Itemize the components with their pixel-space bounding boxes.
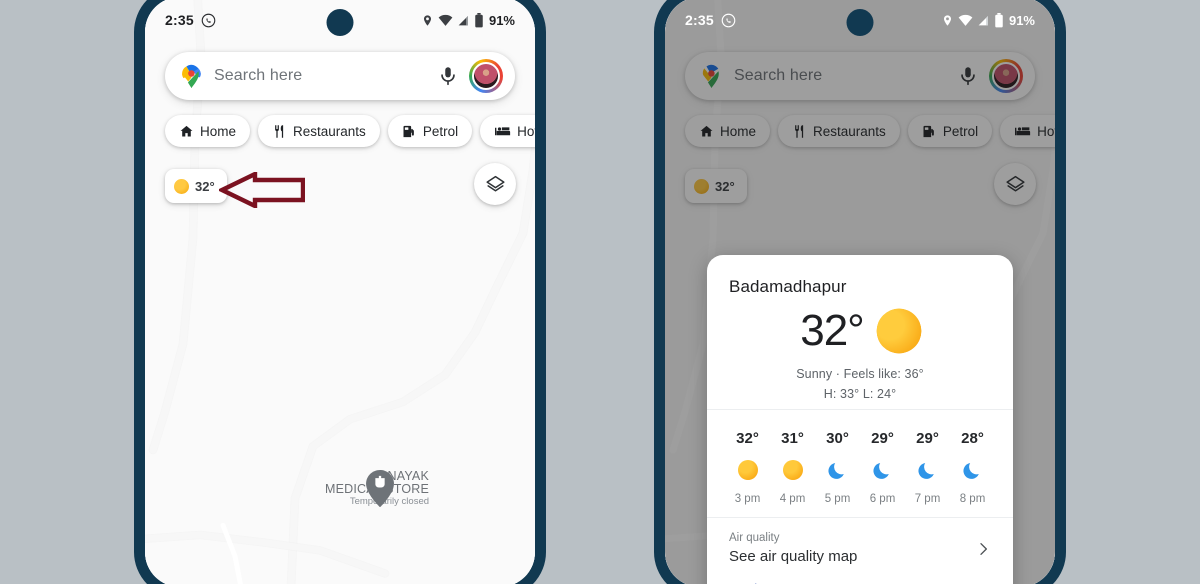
- phone-screen-right: 2:35 91% Search here Home Restaurants Pe…: [665, 0, 1055, 584]
- chip-label: Home: [200, 123, 237, 139]
- whatsapp-icon: [721, 13, 736, 27]
- sun-icon: [782, 459, 804, 481]
- moon-icon: [872, 459, 894, 481]
- hourly-time: 6 pm: [869, 493, 896, 505]
- hotel-bed-icon: [495, 126, 511, 135]
- sun-icon: [174, 178, 189, 194]
- chip-label: Petrol: [422, 123, 459, 139]
- restaurant-cutlery-icon: [275, 124, 284, 138]
- phone-screen-left: NAYAK MEDICAL STORE Temporarily closed 2…: [145, 0, 535, 584]
- battery-percentage: 91%: [488, 12, 515, 28]
- weather-current: 32°: [707, 309, 1013, 353]
- fuel-pump-icon: [403, 125, 414, 137]
- weather-condition: Sunny · Feels like: 36°: [796, 367, 924, 381]
- battery-percentage: 91%: [1008, 12, 1035, 28]
- hourly-temp: 28°: [961, 430, 984, 447]
- hourly-temp: 29°: [916, 430, 939, 447]
- hourly-forecast-item[interactable]: 29° 6 pm: [860, 430, 905, 505]
- hourly-time: 8 pm: [959, 493, 986, 505]
- sun-icon: [877, 310, 920, 352]
- weather-high-low: H: 33° L: 24°: [823, 387, 897, 401]
- avatar-photo: [472, 62, 500, 90]
- hourly-forecast-item[interactable]: 29° 7 pm: [905, 430, 950, 505]
- battery-icon: [475, 12, 483, 27]
- chevron-right-icon: [980, 542, 987, 555]
- cellular-signal-icon: [978, 15, 988, 25]
- chip-petrol[interactable]: Petrol: [387, 115, 473, 147]
- camera-notch: [846, 9, 874, 36]
- chip-hotels[interactable]: Hotels: [480, 115, 535, 147]
- phone-mockup-right: 2:35 91% Search here Home Restaurants Pe…: [654, 0, 1066, 584]
- hourly-forecast-item[interactable]: 28° 8 pm: [950, 430, 995, 505]
- hourly-forecast-item[interactable]: 30° 5 pm: [815, 430, 860, 505]
- wifi-icon: [958, 14, 973, 26]
- moon-icon: [827, 459, 849, 481]
- chip-home[interactable]: Home: [165, 115, 251, 147]
- air-quality-label: Air quality: [729, 532, 780, 544]
- hourly-forecast-row: 32° 3 pm 31° 4 pm 30° 5 pm 29° 6 pm 29° …: [707, 409, 1013, 517]
- hourly-time: 4 pm: [779, 493, 806, 505]
- location-pin-icon: [943, 14, 951, 26]
- air-quality-row[interactable]: Air quality See air quality map: [707, 517, 1013, 575]
- weather-source-link[interactable]: weather.com: [707, 575, 1013, 584]
- weather-detail-card: Badamadhapur 32° Sunny · Feels like: 36°…: [707, 255, 1013, 584]
- screenshot-stage: NAYAK MEDICAL STORE Temporarily closed 2…: [0, 0, 1200, 584]
- moon-icon: [917, 459, 939, 481]
- weather-chip-temperature: 32°: [195, 178, 215, 194]
- microphone-icon[interactable]: [437, 65, 459, 87]
- status-bar-right: 91%: [421, 12, 515, 28]
- air-quality-text: Air quality See air quality map: [729, 532, 857, 565]
- hourly-forecast-item[interactable]: 31° 4 pm: [770, 430, 815, 505]
- sun-icon: [737, 459, 759, 481]
- cellular-signal-icon: [458, 15, 468, 25]
- whatsapp-icon: [201, 13, 216, 27]
- home-icon: [180, 125, 193, 136]
- air-quality-value: See air quality map: [729, 548, 858, 565]
- status-bar-left: 2:35: [165, 12, 216, 28]
- camera-notch: [326, 9, 354, 36]
- quick-filter-chips: Home Restaurants Petrol Ho: [165, 115, 535, 147]
- location-pin-icon: [423, 14, 431, 26]
- search-input[interactable]: Search here: [214, 67, 427, 85]
- status-bar-right: 91%: [941, 12, 1035, 28]
- search-bar[interactable]: Search here: [165, 52, 515, 100]
- chip-restaurants[interactable]: Restaurants: [258, 115, 380, 147]
- hourly-time: 7 pm: [914, 493, 941, 505]
- hourly-temp: 32°: [736, 430, 759, 447]
- hourly-temp: 30°: [826, 430, 849, 447]
- annotation-arrow-left: [219, 172, 305, 208]
- battery-icon: [995, 12, 1003, 27]
- map-layers-button[interactable]: [474, 163, 516, 205]
- status-bar-left: 2:35: [685, 12, 736, 28]
- avatar[interactable]: [469, 59, 503, 93]
- google-maps-pin-icon: [182, 64, 201, 88]
- hourly-temp: 31°: [781, 430, 804, 447]
- wifi-icon: [438, 14, 453, 26]
- weather-chip[interactable]: 32°: [165, 169, 227, 203]
- moon-icon: [962, 459, 984, 481]
- map-poi-nayak-medical-store[interactable]: NAYAK MEDICAL STORE Temporarily closed: [325, 469, 429, 508]
- hourly-temp: 29°: [871, 430, 894, 447]
- weather-location-title: Badamadhapur: [729, 277, 847, 296]
- chip-label: Hotels: [517, 123, 535, 139]
- weather-temperature: 32°: [800, 306, 865, 355]
- hourly-time: 3 pm: [734, 493, 761, 505]
- chip-label: Restaurants: [293, 123, 366, 139]
- hourly-time: 5 pm: [824, 493, 851, 505]
- status-time: 2:35: [165, 12, 194, 28]
- map-layers-icon: [485, 175, 505, 192]
- phone-mockup-left: NAYAK MEDICAL STORE Temporarily closed 2…: [134, 0, 546, 584]
- hourly-forecast-item[interactable]: 32° 3 pm: [725, 430, 770, 505]
- status-time: 2:35: [685, 12, 714, 28]
- map-place-pin-icon: [366, 470, 394, 508]
